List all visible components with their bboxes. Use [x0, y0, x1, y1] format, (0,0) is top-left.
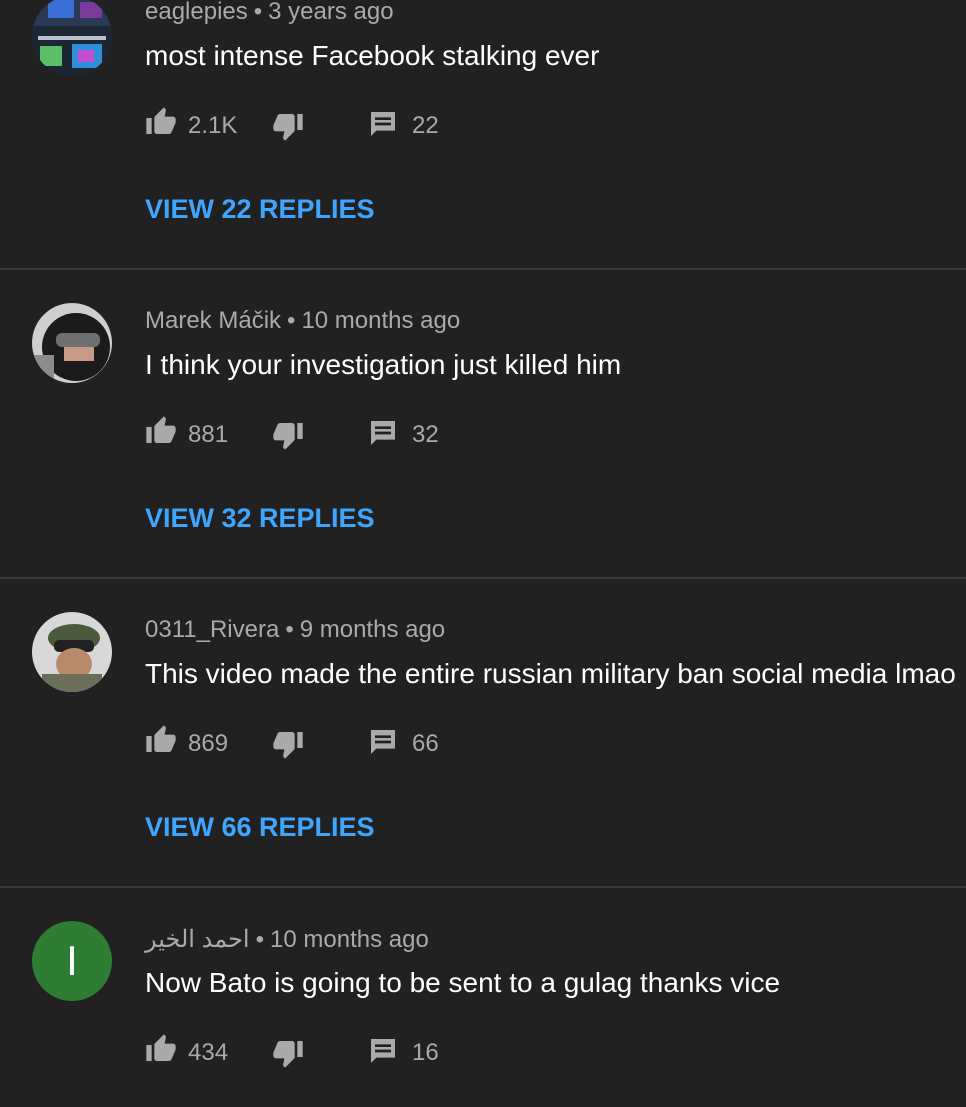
thumbs-down-icon[interactable] — [272, 728, 304, 760]
comment-divider — [0, 577, 966, 579]
comment-time[interactable]: 3 years ago — [268, 0, 393, 25]
comment-divider — [0, 886, 966, 888]
comment-author[interactable]: Marek Máčik — [145, 307, 281, 334]
reply-count: 22 — [412, 112, 439, 139]
reply-icon[interactable] — [367, 108, 399, 140]
avatar[interactable] — [32, 612, 112, 692]
comment-text: Now Bato is going to be sent to a gulag … — [145, 967, 781, 998]
comment-actions: 2.1K 22 — [145, 106, 545, 146]
reply-icon[interactable] — [367, 1035, 399, 1067]
like-count: 434 — [188, 1039, 229, 1066]
comment-text: most intense Facebook stalking ever — [145, 40, 600, 71]
comment-meta: احمد الخير • 10 months ago — [145, 925, 429, 954]
comment-author[interactable]: eaglepies — [145, 0, 248, 25]
comment-text: This video made the entire russian milit… — [145, 658, 956, 689]
avatar[interactable]: I — [32, 921, 112, 1001]
thumbs-down-icon[interactable] — [272, 1037, 304, 1069]
avatar[interactable] — [32, 303, 112, 383]
comment-time[interactable]: 9 months ago — [300, 616, 445, 643]
view-replies-button[interactable]: VIEW 32 REPLIES — [145, 503, 375, 534]
comment-time[interactable]: 10 months ago — [301, 307, 460, 334]
reply-count: 32 — [412, 421, 439, 448]
thumbs-down-icon[interactable] — [272, 110, 304, 142]
comment-actions: 434 16 — [145, 1033, 545, 1073]
comment-author[interactable]: 0311_Rivera — [145, 616, 279, 643]
thumbs-up-icon[interactable] — [145, 106, 177, 138]
reply-count: 66 — [412, 730, 439, 757]
like-count: 869 — [188, 730, 229, 757]
separator-dot: • — [287, 307, 296, 334]
comment-meta: 0311_Rivera • 9 months ago — [145, 616, 445, 644]
thumbs-up-icon[interactable] — [145, 1033, 177, 1065]
reply-icon[interactable] — [367, 726, 399, 758]
avatar-letter: I — [66, 937, 78, 984]
reply-icon[interactable] — [367, 417, 399, 449]
comment-text: I think your investigation just killed h… — [145, 349, 622, 380]
thumbs-down-icon[interactable] — [272, 419, 304, 451]
comment-actions: 881 32 — [145, 415, 545, 455]
separator-dot: • — [253, 0, 263, 25]
view-replies-button[interactable]: VIEW 66 REPLIES — [145, 812, 375, 843]
comment-author[interactable]: احمد الخير — [145, 926, 250, 953]
like-count: 881 — [188, 421, 229, 448]
comment-actions: 869 66 — [145, 724, 545, 764]
avatar[interactable] — [32, 0, 112, 76]
separator-dot: • — [285, 616, 294, 643]
comment-meta: Marek Máčik • 10 months ago — [145, 307, 460, 335]
like-count: 2.1K — [188, 112, 238, 139]
reply-count: 16 — [412, 1039, 439, 1066]
view-replies-button[interactable]: VIEW 22 REPLIES — [145, 194, 375, 225]
separator-dot: • — [255, 926, 265, 953]
thumbs-up-icon[interactable] — [145, 415, 177, 447]
comment-divider — [0, 268, 966, 270]
comment-meta: eaglepies • 3 years ago — [145, 0, 394, 26]
comment-time[interactable]: 10 months ago — [270, 926, 429, 953]
thumbs-up-icon[interactable] — [145, 724, 177, 756]
